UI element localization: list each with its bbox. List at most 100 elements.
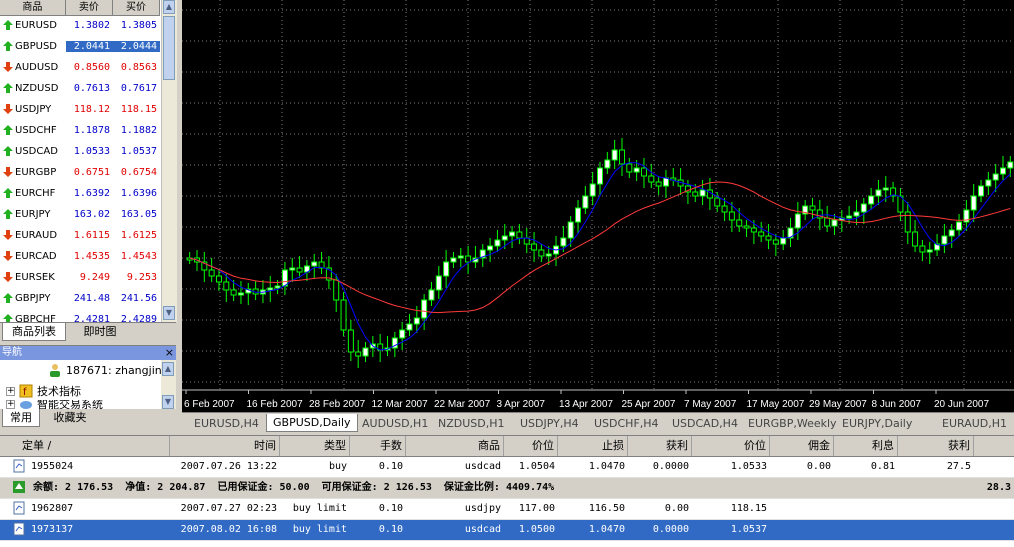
symbol-cell: GBPUSD	[0, 41, 66, 52]
order-row[interactable]: 1962807 2007.07.27 02:23 buy limit 0.10 usdj…	[0, 499, 1014, 520]
column-header[interactable]: 佣金	[770, 436, 834, 456]
candle-body	[428, 289, 435, 301]
price-chart[interactable]: 6 Feb 2007 16 Feb 2007 28 Feb 2007 12 Mar 2…	[182, 0, 1014, 412]
market-watch-row[interactable]: EURUSD 1.3802 1.3805	[0, 15, 160, 36]
symbol-label: USDCAD	[15, 145, 58, 157]
scroll-up-icon[interactable]: ▲	[163, 0, 175, 14]
chart-tab[interactable]: USDJPY,H4	[520, 415, 579, 432]
tp-cell: 0.00	[664, 503, 689, 514]
x-tick-label: 29 May 2007	[809, 399, 867, 410]
close-icon[interactable]: ×	[165, 346, 174, 360]
candle-body	[208, 269, 215, 277]
chart-tab[interactable]: EURJPY,Daily	[842, 415, 912, 432]
column-header[interactable]: 止损	[558, 436, 628, 456]
market-watch-row[interactable]: EURCHF 1.6392 1.6396	[0, 183, 160, 204]
ticket-cell: 1973137	[0, 520, 170, 540]
market-watch-row[interactable]: EURCAD 1.4535 1.4543	[0, 246, 160, 267]
type-cell: buy limit	[292, 524, 347, 535]
market-watch-row[interactable]: AUDUSD 0.8560 0.8563	[0, 57, 160, 78]
chart-tab[interactable]: GBPUSD,Daily	[266, 414, 358, 432]
scroll-up-icon[interactable]: ▲	[162, 362, 174, 376]
bid-cell: 1.6115	[73, 229, 110, 241]
swap-cell: 0.81	[870, 461, 895, 472]
column-header[interactable]: 利息	[834, 436, 898, 456]
chart-tab[interactable]: USDCHF,H4	[594, 415, 659, 432]
symbol-cell: usdjpy	[464, 503, 501, 514]
column-header[interactable]: 价位	[504, 436, 558, 456]
candle-body	[868, 195, 875, 205]
symbol-cell: EURJPY	[0, 209, 66, 220]
tab-tick-chart[interactable]: 即时图	[70, 323, 130, 340]
market-watch-row[interactable]: USDJPY 118.12 118.15	[0, 99, 160, 120]
candle-body	[399, 329, 406, 339]
market-watch-scrollbar[interactable]: ▲ ▼	[161, 0, 177, 322]
balance-row: 余额: 2 176.53 净值: 2 204.87 已用保证金: 50.00 可…	[0, 478, 1014, 499]
account-item[interactable]: 187671: zhangjin	[48, 363, 162, 377]
column-header[interactable]: 获利	[628, 436, 692, 456]
market-watch-row[interactable]: EURSEK 9.249 9.253	[0, 267, 160, 288]
market-watch-row[interactable]: EURGBP 0.6751 0.6754	[0, 162, 160, 183]
balance-icon	[0, 478, 30, 498]
scroll-thumb[interactable]	[163, 16, 175, 80]
ask-cell: 163.05	[120, 208, 157, 220]
order-row[interactable]: 1955024 2007.07.26 13:22 buy 0.10 usdcad 1.05…	[0, 457, 1014, 478]
candle-body	[597, 167, 603, 185]
arrow-up-icon	[3, 146, 13, 156]
market-watch-row[interactable]: GBPJPY 241.48 241.56	[0, 288, 160, 309]
symbol-label: EURUSD	[15, 19, 57, 31]
chart-tab[interactable]: EURUSD,H4	[194, 415, 259, 432]
market-watch-panel: 商品 卖价 买价 EURUSD 1.3802 1.3805 GBPUSD 2.0441 2…	[0, 0, 177, 330]
order-row[interactable]: 1973137 2007.08.02 16:08 buy limit 0.10 usdc…	[0, 520, 1014, 541]
tab-symbols[interactable]: 商品列表	[2, 323, 66, 341]
chart-tab[interactable]: EURAUD,H1	[942, 415, 1007, 432]
tab-common[interactable]: 常用	[2, 409, 40, 427]
market-watch-row[interactable]: EURAUD 1.6115 1.6125	[0, 225, 160, 246]
chart-tab[interactable]: USDCAD,H4	[672, 415, 738, 432]
candle-body	[340, 299, 347, 331]
column-header[interactable]: 时间	[170, 436, 280, 456]
market-watch-row[interactable]: GBPUSD 2.0441 2.0444	[0, 36, 160, 57]
candle-body	[714, 197, 721, 207]
candle-body	[435, 275, 442, 291]
candle-body	[333, 279, 340, 301]
chart-tab[interactable]: EURGBP,Weekly	[748, 415, 837, 432]
symbol-column-header[interactable]: 商品	[0, 0, 66, 15]
ask-cell: 1.4543	[120, 250, 157, 262]
bid-column-header[interactable]: 卖价	[66, 0, 113, 15]
column-header[interactable]: 定单 /	[0, 436, 170, 456]
candle-body	[281, 269, 288, 287]
scroll-down-icon[interactable]: ▼	[162, 395, 174, 409]
indicators-label: 技术指标	[37, 385, 81, 398]
column-header[interactable]: 获利	[898, 436, 974, 456]
chart-canvas[interactable]: 6 Feb 2007 16 Feb 2007 28 Feb 2007 12 Mar 2…	[182, 0, 1014, 412]
bid-cell: 9.249	[79, 271, 110, 283]
arrow-down-icon	[3, 62, 13, 72]
candle-body	[289, 267, 296, 271]
column-header[interactable]: 价位	[692, 436, 770, 456]
market-watch-row[interactable]: USDCHF 1.1878 1.1882	[0, 120, 160, 141]
column-header[interactable]: 类型	[280, 436, 350, 456]
scroll-down-icon[interactable]: ▼	[163, 306, 175, 320]
chart-tab[interactable]: AUDUSD,H1	[362, 415, 428, 432]
column-header[interactable]: 手数	[350, 436, 406, 456]
expand-icon[interactable]: +	[6, 386, 15, 396]
candle-body	[824, 217, 831, 227]
market-watch-row[interactable]: EURJPY 163.02 163.05	[0, 204, 160, 225]
expand-icon[interactable]: +	[6, 400, 15, 409]
x-tick-label: 20 Jun 2007	[934, 399, 989, 410]
sl-cell: 116.50	[588, 503, 625, 514]
navigator-scrollbar[interactable]: ▲ ▼	[161, 360, 176, 410]
symbol-cell: USDJPY	[0, 104, 66, 115]
tab-favorites[interactable]: 收藏夹	[46, 409, 94, 426]
column-header[interactable]: 商品	[406, 436, 504, 456]
chart-tab[interactable]: NZDUSD,H1	[438, 415, 505, 432]
candle-body	[926, 249, 933, 253]
swap-cell	[834, 499, 898, 519]
candle-body	[992, 173, 999, 181]
ask-column-header[interactable]: 买价	[113, 0, 161, 15]
navigator-item-indicators[interactable]: + f 技术指标	[6, 383, 81, 399]
bid-cell: 2.0441	[66, 40, 113, 52]
market-watch-row[interactable]: NZDUSD 0.7613 0.7617	[0, 78, 160, 99]
market-watch-row[interactable]: USDCAD 1.0533 1.0537	[0, 141, 160, 162]
arrow-down-icon	[3, 230, 13, 240]
